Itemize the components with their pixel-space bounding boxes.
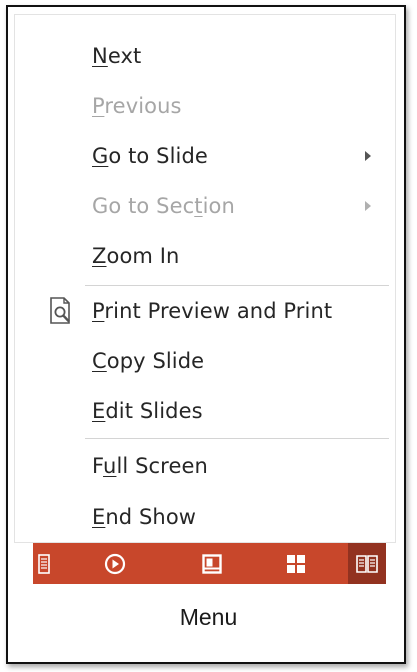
menu-item-label: Edit Slides: [92, 399, 203, 423]
menu-separator: [85, 438, 389, 439]
menu-item-print-preview[interactable]: Print Preview and Print: [15, 289, 395, 333]
menu-item-zoom-in[interactable]: Zoom In: [15, 234, 395, 278]
figure-caption: Menu: [179, 604, 238, 630]
menu-item-go-to-slide[interactable]: Go to Slide: [15, 134, 395, 178]
menu-item-label: Go to Slide: [92, 144, 208, 168]
slide-show-button[interactable]: [95, 543, 135, 584]
menu-item-label: Go to Section: [92, 194, 235, 218]
grid-icon: [287, 554, 305, 573]
play-circle-icon: [104, 553, 126, 574]
menu-item-label: End Show: [92, 505, 197, 529]
menu-item-label: Copy Slide: [92, 349, 205, 373]
submenu-arrow-icon: [365, 151, 371, 161]
menu-item-go-to-section[interactable]: Go to Section: [15, 184, 395, 228]
menu-item-copy-slide[interactable]: Copy Slide: [15, 339, 395, 383]
menu-item-next[interactable]: Next: [15, 34, 395, 78]
menu-item-label: Previous: [92, 94, 182, 118]
context-menu: Next Previous Go to Slide Go to Section …: [14, 14, 396, 543]
menu-item-label: Zoom In: [92, 244, 180, 268]
menu-item-previous[interactable]: Previous: [15, 84, 395, 128]
submenu-arrow-icon: [365, 201, 371, 211]
notes-page-icon: [38, 553, 50, 574]
view-toolbar: [33, 543, 386, 584]
menu-item-edit-slides[interactable]: Edit Slides: [15, 389, 395, 433]
normal-view-button[interactable]: [192, 543, 232, 584]
reading-view-button[interactable]: [348, 543, 386, 584]
reading-view-icon: [356, 554, 378, 573]
notes-view-button[interactable]: [33, 543, 55, 584]
menu-item-label: Full Screen: [92, 454, 208, 478]
print-preview-icon: [50, 297, 70, 324]
menu-item-full-screen[interactable]: Full Screen: [15, 444, 395, 488]
menu-item-label: Next: [92, 44, 142, 68]
normal-view-icon: [202, 553, 222, 574]
menu-item-label: Print Preview and Print: [92, 299, 333, 323]
menu-item-end-show[interactable]: End Show: [15, 495, 395, 539]
menu-separator: [85, 285, 389, 286]
slide-sorter-button[interactable]: [276, 543, 316, 584]
